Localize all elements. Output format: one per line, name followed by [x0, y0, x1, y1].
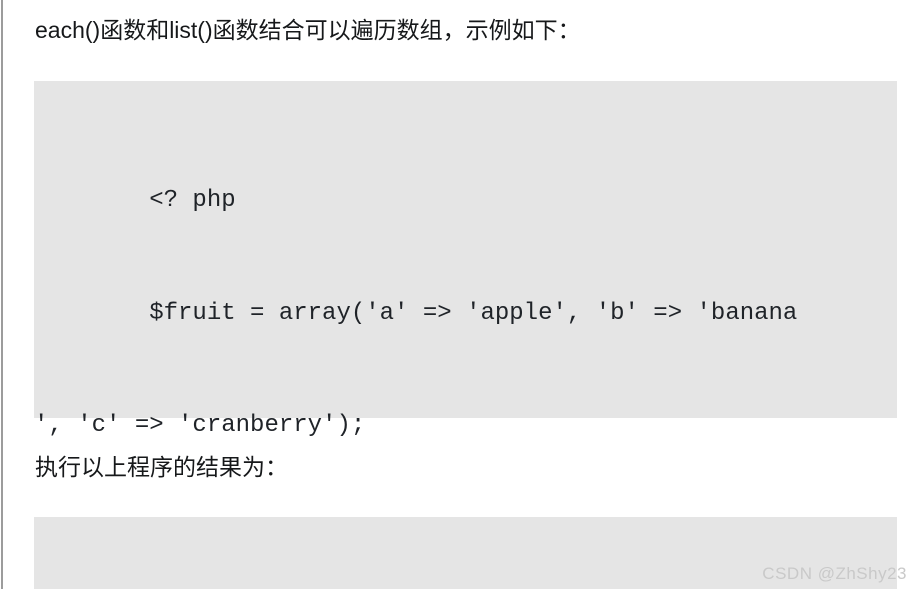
- code-line: <? php: [34, 187, 236, 214]
- csdn-watermark: CSDN @ZhShy23: [762, 564, 907, 583]
- code-line: ', 'c' => 'cranberry');: [34, 412, 366, 439]
- left-margin-rule: [1, 0, 3, 589]
- code-line: $fruit = array('a' => 'apple', 'b' => 'b…: [34, 299, 798, 327]
- result-paragraph: 执行以上程序的结果为：: [35, 454, 288, 480]
- intro-paragraph: each()函数和list()函数结合可以遍历数组，示例如下：: [35, 17, 581, 43]
- code-output-lines: a => apple b => banana c => cranberry: [34, 533, 682, 589]
- code-block-example[interactable]: <? php $fruit = array('a' => 'apple', 'b…: [34, 81, 897, 552]
- article-page: each()函数和list()函数结合可以遍历数组，示例如下： <? php $…: [0, 0, 915, 589]
